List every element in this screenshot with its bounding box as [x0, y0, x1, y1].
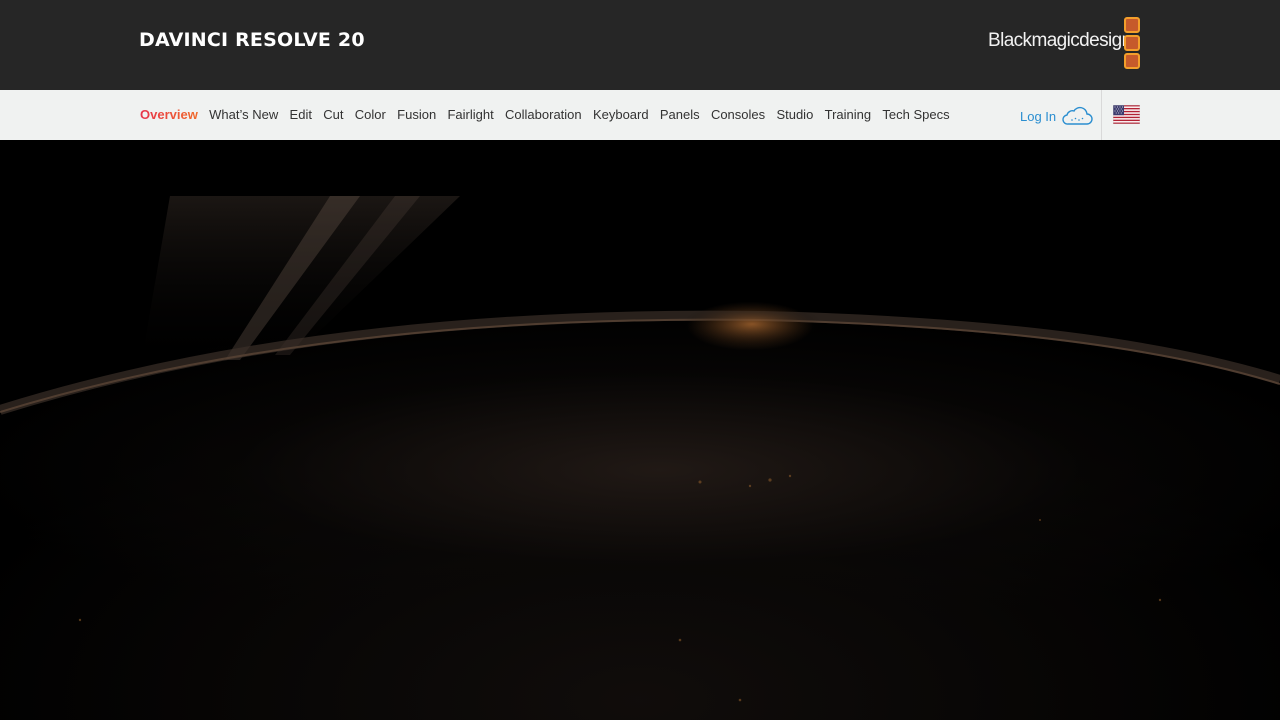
nav-item-tech-specs[interactable]: Tech Specs [882, 90, 949, 140]
nav-divider [1101, 90, 1102, 140]
nav-item-studio[interactable]: Studio [776, 90, 813, 140]
nav-item-overview[interactable]: Overview [140, 90, 198, 140]
nav-item-collaboration[interactable]: Collaboration [505, 90, 582, 140]
us-flag-icon[interactable] [1112, 104, 1141, 125]
hero-section [0, 140, 1280, 720]
cloud-icon [1061, 105, 1093, 127]
nav-list: Overview What’s New Edit Cut Color Fusio… [140, 90, 961, 140]
product-title[interactable]: DAVINCI RESOLVE 20 [139, 29, 365, 51]
site-header: DAVINCI RESOLVE 20 Blackmagicdesign [0, 0, 1280, 90]
nav-item-consoles[interactable]: Consoles [711, 90, 765, 140]
login-label: Log In [1020, 108, 1057, 124]
earth-horizon-image [0, 196, 1280, 702]
nav-item-whats-new[interactable]: What’s New [209, 90, 278, 140]
nav-item-cut[interactable]: Cut [323, 90, 343, 140]
nav-item-training[interactable]: Training [825, 90, 871, 140]
nav-item-color[interactable]: Color [355, 90, 386, 140]
nav-item-edit[interactable]: Edit [290, 90, 312, 140]
brand-wordmark: Blackmagicdesign [988, 30, 1132, 51]
nav-item-fusion[interactable]: Fusion [397, 90, 436, 140]
nav-item-fairlight[interactable]: Fairlight [447, 90, 493, 140]
nav-item-panels[interactable]: Panels [660, 90, 700, 140]
login-link[interactable]: Log In [1020, 103, 1093, 129]
nav-item-keyboard[interactable]: Keyboard [593, 90, 649, 140]
blackmagic-design-logo[interactable]: Blackmagicdesign [988, 17, 1140, 70]
brand-squares-icon [1124, 17, 1140, 70]
